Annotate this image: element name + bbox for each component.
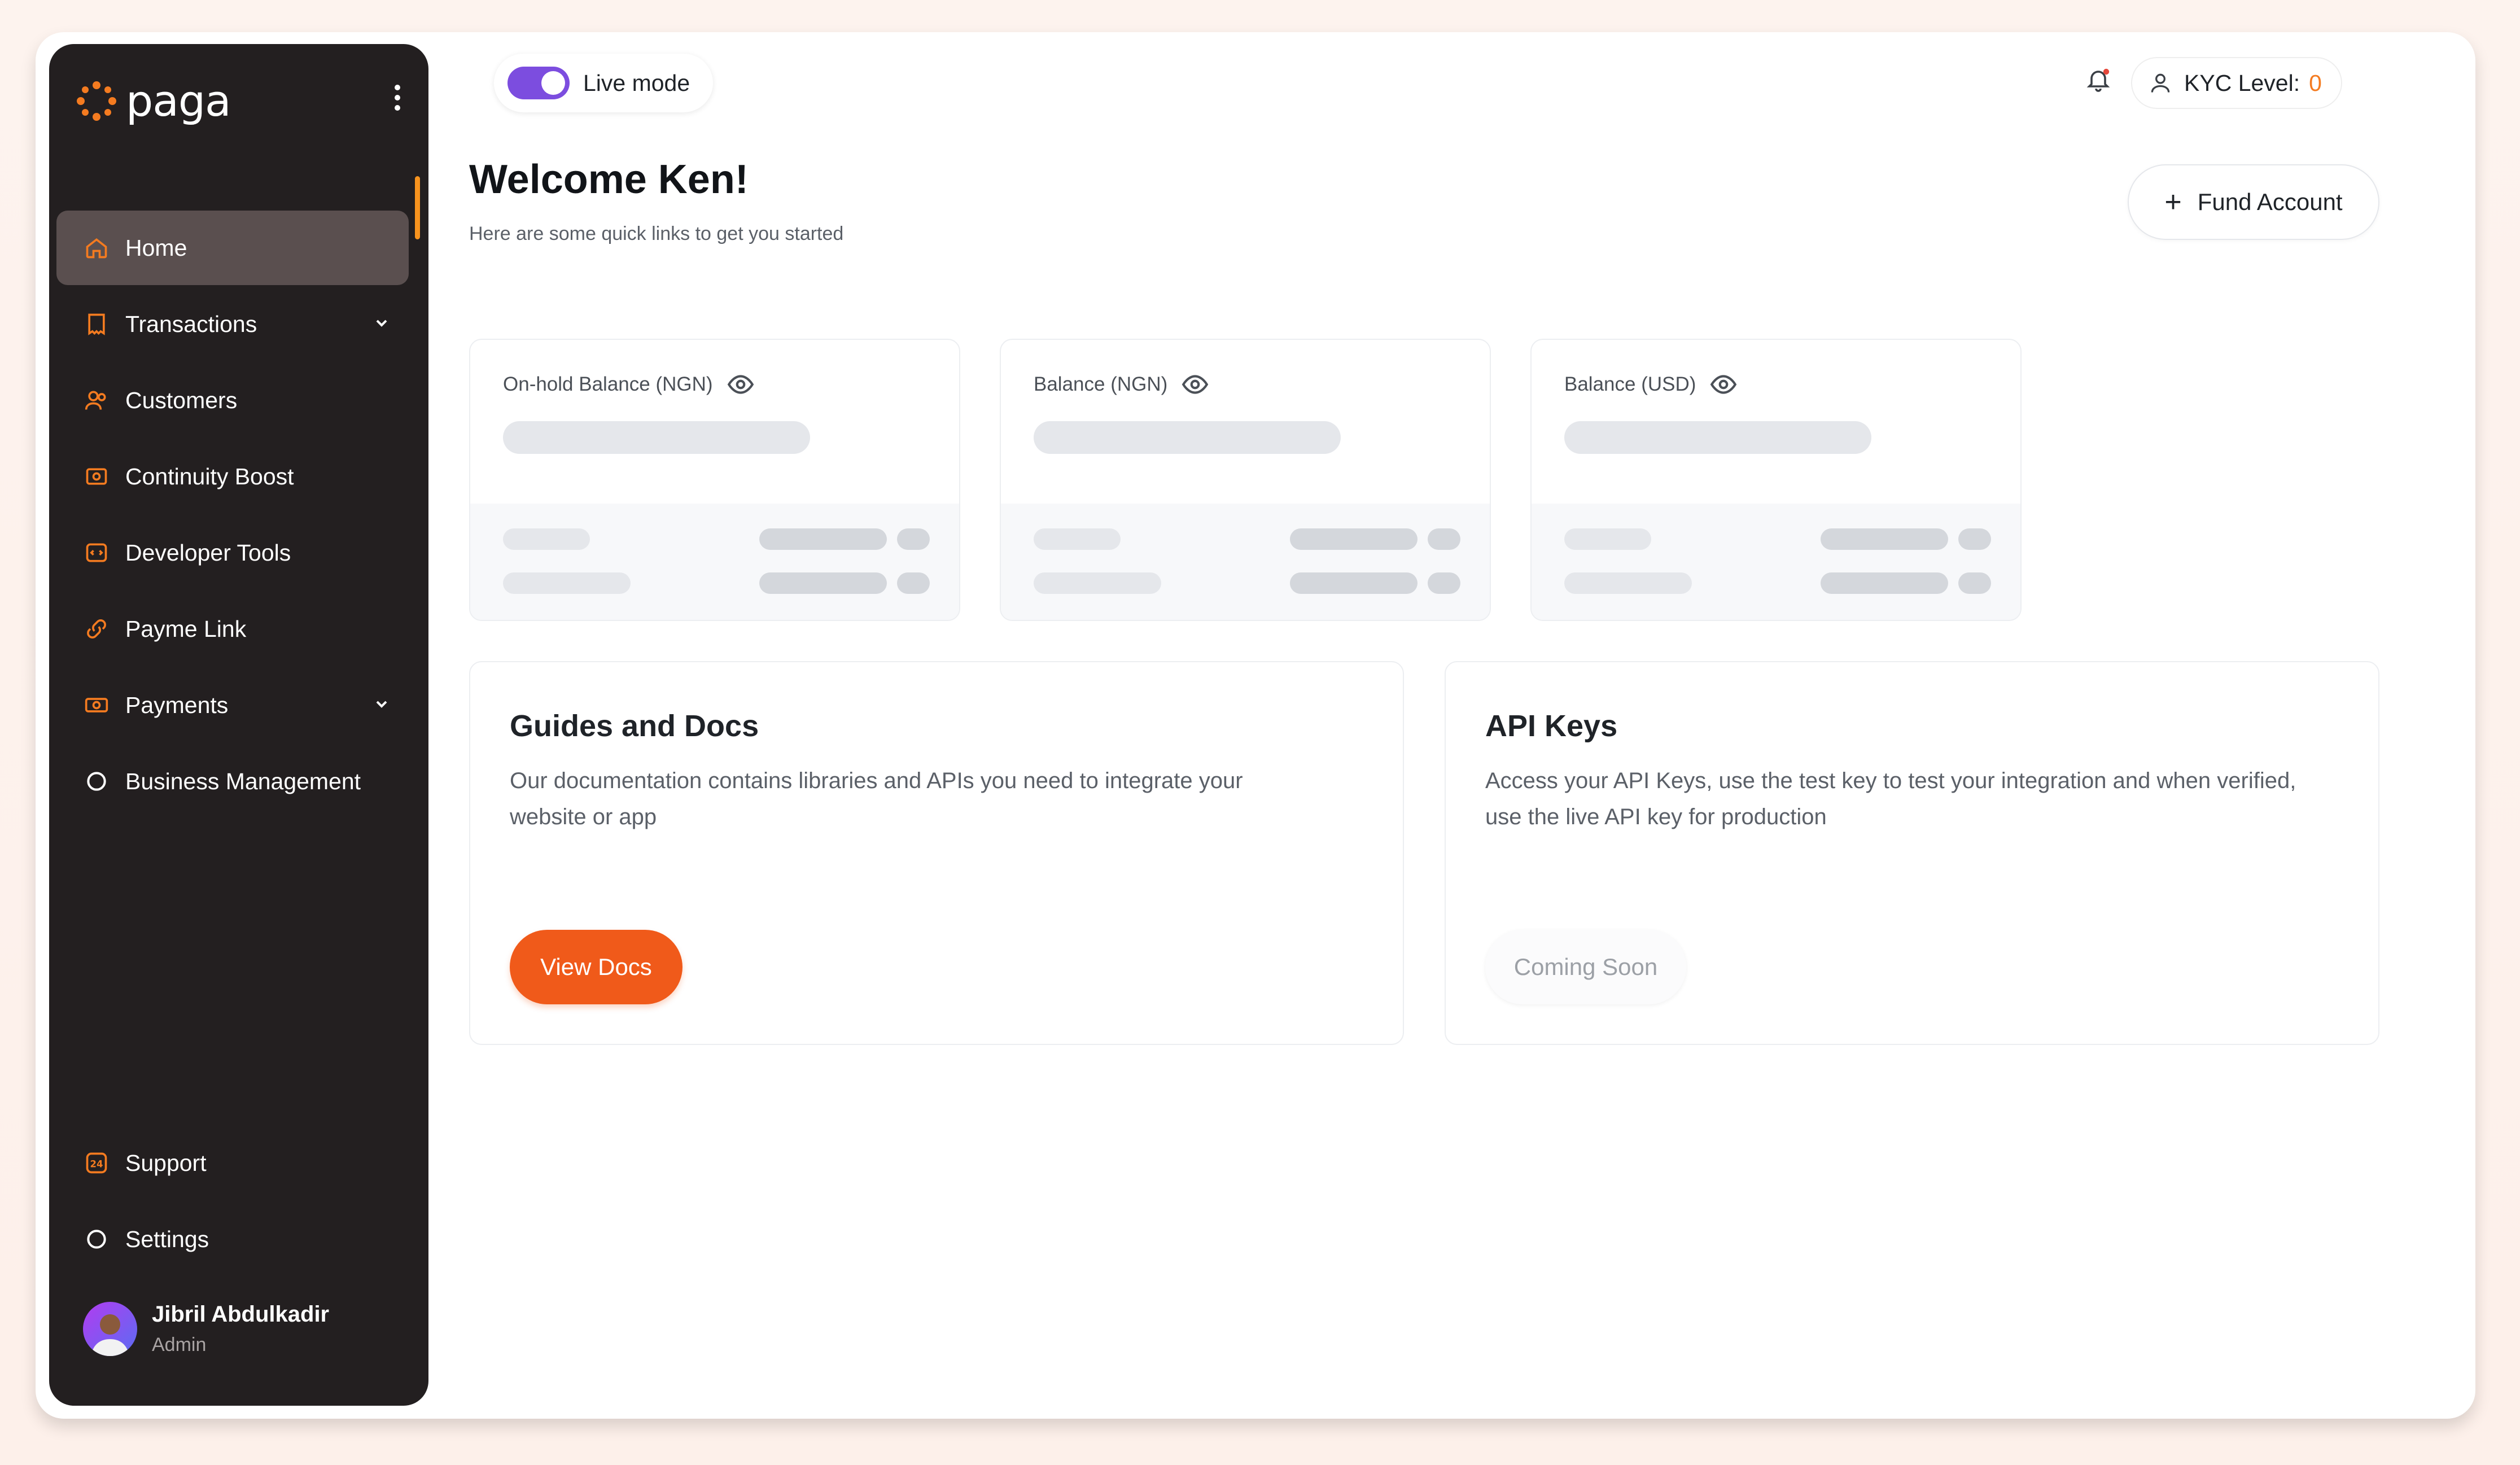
sidebar-item-support[interactable]: 24 Support <box>56 1126 409 1200</box>
view-docs-button[interactable]: View Docs <box>510 930 683 1004</box>
skeleton-line <box>1034 528 1121 550</box>
sidebar-item-payme-link[interactable]: Payme Link <box>56 592 409 666</box>
sidebar-item-label: Home <box>125 234 187 261</box>
skeleton-line <box>1290 528 1418 550</box>
skeleton-balance <box>1034 421 1341 454</box>
circle-icon <box>84 768 110 794</box>
paga-logo-icon <box>77 81 116 121</box>
sidebar-item-label: Customers <box>125 387 238 413</box>
skeleton-line <box>1821 528 1948 550</box>
skeleton-line <box>759 572 887 594</box>
sidebar-item-label: Developer Tools <box>125 539 291 566</box>
balance-card-usd: Balance (USD) <box>1530 339 2022 621</box>
live-mode-toggle[interactable]: Live mode <box>494 54 713 112</box>
user-role: Admin <box>152 1334 207 1355</box>
card-title: Guides and Docs <box>510 709 759 743</box>
receipt-icon <box>84 311 110 337</box>
page-title: Welcome Ken! <box>469 157 749 202</box>
skeleton-line <box>1958 528 1991 550</box>
page-subtitle: Here are some quick links to get you sta… <box>469 223 844 244</box>
money-icon <box>84 692 110 718</box>
sidebar-item-transactions[interactable]: Transactions <box>56 287 409 361</box>
circle-icon <box>84 1226 110 1252</box>
eye-icon[interactable] <box>1181 370 1209 399</box>
skeleton-line <box>503 528 590 550</box>
balance-card-onhold-ngn: On-hold Balance (NGN) <box>469 339 960 621</box>
support-24-icon: 24 <box>84 1150 110 1176</box>
skeleton-line <box>503 572 631 594</box>
fund-account-button[interactable]: + Fund Account <box>2128 164 2379 240</box>
skeleton-line <box>759 528 887 550</box>
sidebar-item-business-management[interactable]: Business Management <box>56 744 409 819</box>
link-icon <box>84 616 110 642</box>
sidebar-item-label: Continuity Boost <box>125 463 294 489</box>
skeleton-line <box>1428 572 1460 594</box>
fund-account-label: Fund Account <box>2197 189 2343 215</box>
card-title: API Keys <box>1485 709 1618 743</box>
sidebar-item-developer-tools[interactable]: Developer Tools <box>56 515 409 590</box>
balance-label: Balance (NGN) <box>1034 373 1168 395</box>
skeleton-line <box>1428 528 1460 550</box>
brand-name: paga <box>126 76 231 126</box>
toggle-switch[interactable] <box>508 67 570 99</box>
notification-bell-icon[interactable] <box>2085 66 2112 96</box>
sidebar-item-label: Transactions <box>125 311 257 337</box>
home-icon <box>84 235 110 261</box>
card-description: Access your API Keys, use the test key t… <box>1485 768 2296 829</box>
eye-icon[interactable] <box>727 370 755 399</box>
skeleton-balance <box>503 421 810 454</box>
sidebar: paga Home Transactions Customers Continu… <box>49 44 428 1406</box>
skeleton-line <box>1821 572 1948 594</box>
balance-label: On-hold Balance (NGN) <box>503 373 713 395</box>
user-name: Jibril Abdulkadir <box>152 1302 330 1327</box>
skeleton-line <box>1034 572 1161 594</box>
coming-soon-button[interactable]: Coming Soon <box>1485 930 1686 1004</box>
kyc-level-badge[interactable]: KYC Level: 0 <box>2131 57 2342 109</box>
sidebar-item-label: Settings <box>125 1226 209 1252</box>
boost-icon <box>84 463 110 489</box>
kyc-value: 0 <box>2309 69 2322 96</box>
balance-label: Balance (USD) <box>1564 373 1696 395</box>
skeleton-balance <box>1564 421 1871 454</box>
skeleton-line <box>897 572 930 594</box>
skeleton-line <box>1290 572 1418 594</box>
balance-card-ngn: Balance (NGN) <box>1000 339 1491 621</box>
user-profile[interactable]: Jibril Abdulkadir Admin <box>83 1302 329 1356</box>
sidebar-item-settings[interactable]: Settings <box>56 1202 409 1276</box>
sidebar-item-home[interactable]: Home <box>56 211 409 285</box>
sidebar-item-label: Payments <box>125 692 229 718</box>
api-keys-card: API Keys Access your API Keys, use the t… <box>1445 661 2379 1045</box>
skeleton-line <box>1958 572 1991 594</box>
skeleton-line <box>1564 572 1692 594</box>
more-options-icon[interactable] <box>395 85 401 119</box>
code-icon <box>84 540 110 566</box>
plus-icon: + <box>2164 186 2182 218</box>
users-icon <box>84 387 110 413</box>
chevron-down-icon[interactable] <box>373 314 391 332</box>
user-icon <box>2151 73 2170 93</box>
sidebar-item-label: Business Management <box>125 768 361 794</box>
guides-docs-card: Guides and Docs Our documentation contai… <box>469 661 1404 1045</box>
kyc-label: KYC Level: <box>2184 69 2300 96</box>
svg-text:24: 24 <box>90 1158 103 1169</box>
live-mode-label: Live mode <box>583 69 690 96</box>
active-indicator <box>415 176 420 239</box>
skeleton-line <box>1564 528 1651 550</box>
card-description: Our documentation contains libraries and… <box>510 768 1243 829</box>
sidebar-item-payments[interactable]: Payments <box>56 668 409 742</box>
brand-logo[interactable]: paga <box>76 76 231 126</box>
skeleton-line <box>897 528 930 550</box>
chevron-down-icon[interactable] <box>373 695 391 713</box>
sidebar-item-customers[interactable]: Customers <box>56 363 409 438</box>
sidebar-item-label: Support <box>125 1149 207 1176</box>
sidebar-item-label: Payme Link <box>125 615 247 642</box>
eye-icon[interactable] <box>1709 370 1738 399</box>
sidebar-item-continuity-boost[interactable]: Continuity Boost <box>56 439 409 514</box>
avatar <box>83 1302 137 1356</box>
app-window: paga Home Transactions Customers Continu… <box>36 32 2475 1419</box>
